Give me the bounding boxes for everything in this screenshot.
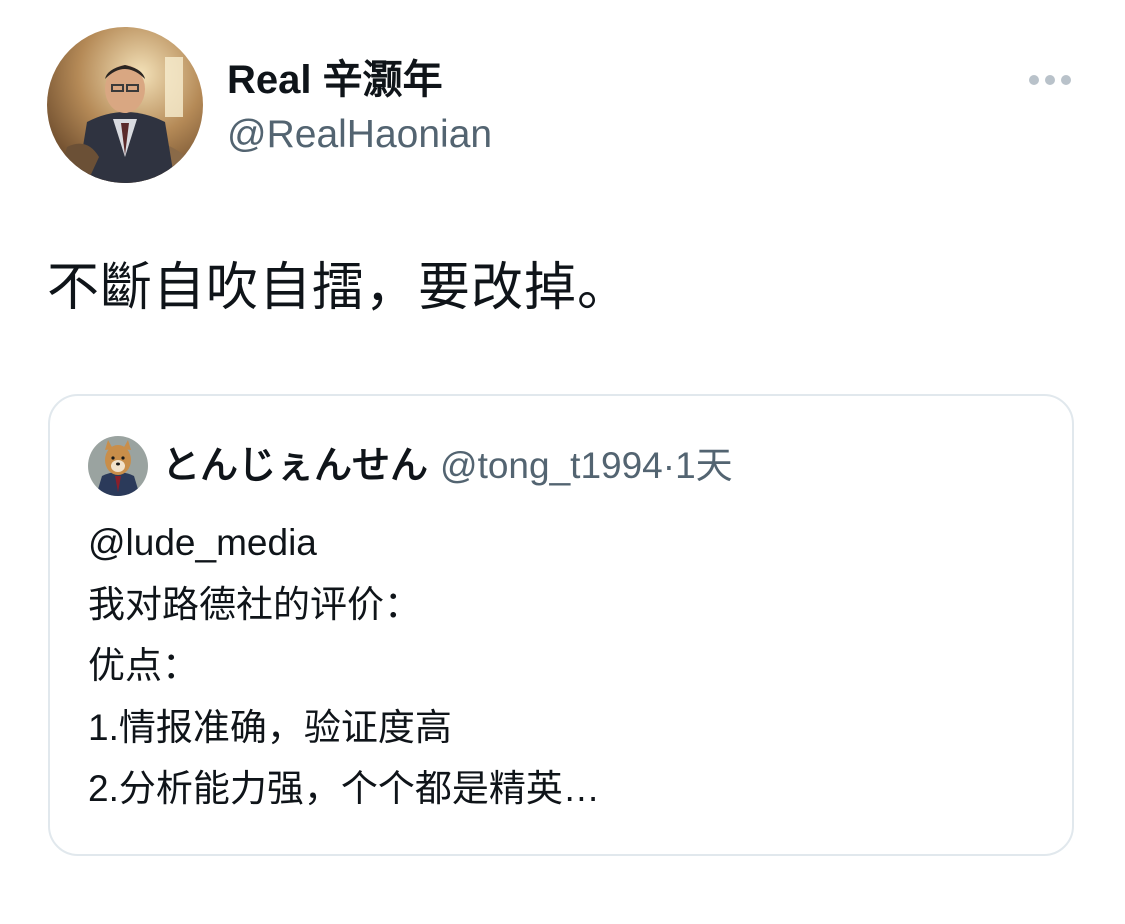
quoted-text-line: 1.情报准确，验证度高 bbox=[88, 706, 452, 748]
tweet-text: 不斷自吹自擂，要改掉。 bbox=[47, 259, 631, 317]
mention-link[interactable]: @lude_media bbox=[88, 512, 600, 574]
header-separator: · bbox=[662, 445, 676, 486]
quoted-text-line: 我对路德社的评价： bbox=[88, 583, 421, 625]
author-avatar[interactable] bbox=[47, 27, 203, 183]
quoted-tweet-text: @lude_media 我对路德社的评价： 优点： 1.情报准确，验证度高 2.… bbox=[88, 512, 600, 820]
quoted-author-display-name[interactable]: とんじぇんせん bbox=[162, 445, 428, 487]
quoted-tweet-header: とんじぇんせん @tong_t1994·1天 bbox=[162, 441, 733, 499]
more-horizontal-icon bbox=[1029, 75, 1071, 85]
author-handle[interactable]: @RealHaonian bbox=[227, 110, 492, 160]
quoted-text-line: 2.分析能力强，个个都是精英… bbox=[88, 768, 600, 809]
quoted-tweet-timestamp[interactable]: 1天 bbox=[675, 445, 733, 486]
author-display-name[interactable]: Real 辛灏年 bbox=[227, 54, 443, 106]
quoted-tweet-card[interactable]: とんじぇんせん @tong_t1994·1天 @lude_media 我对路德社的… bbox=[48, 394, 1074, 856]
quoted-text-line: 优点： bbox=[88, 645, 199, 686]
more-options-button[interactable] bbox=[1022, 60, 1078, 100]
quoted-author-handle[interactable]: @tong_t1994 bbox=[440, 445, 663, 486]
quoted-author-avatar[interactable] bbox=[88, 436, 148, 496]
